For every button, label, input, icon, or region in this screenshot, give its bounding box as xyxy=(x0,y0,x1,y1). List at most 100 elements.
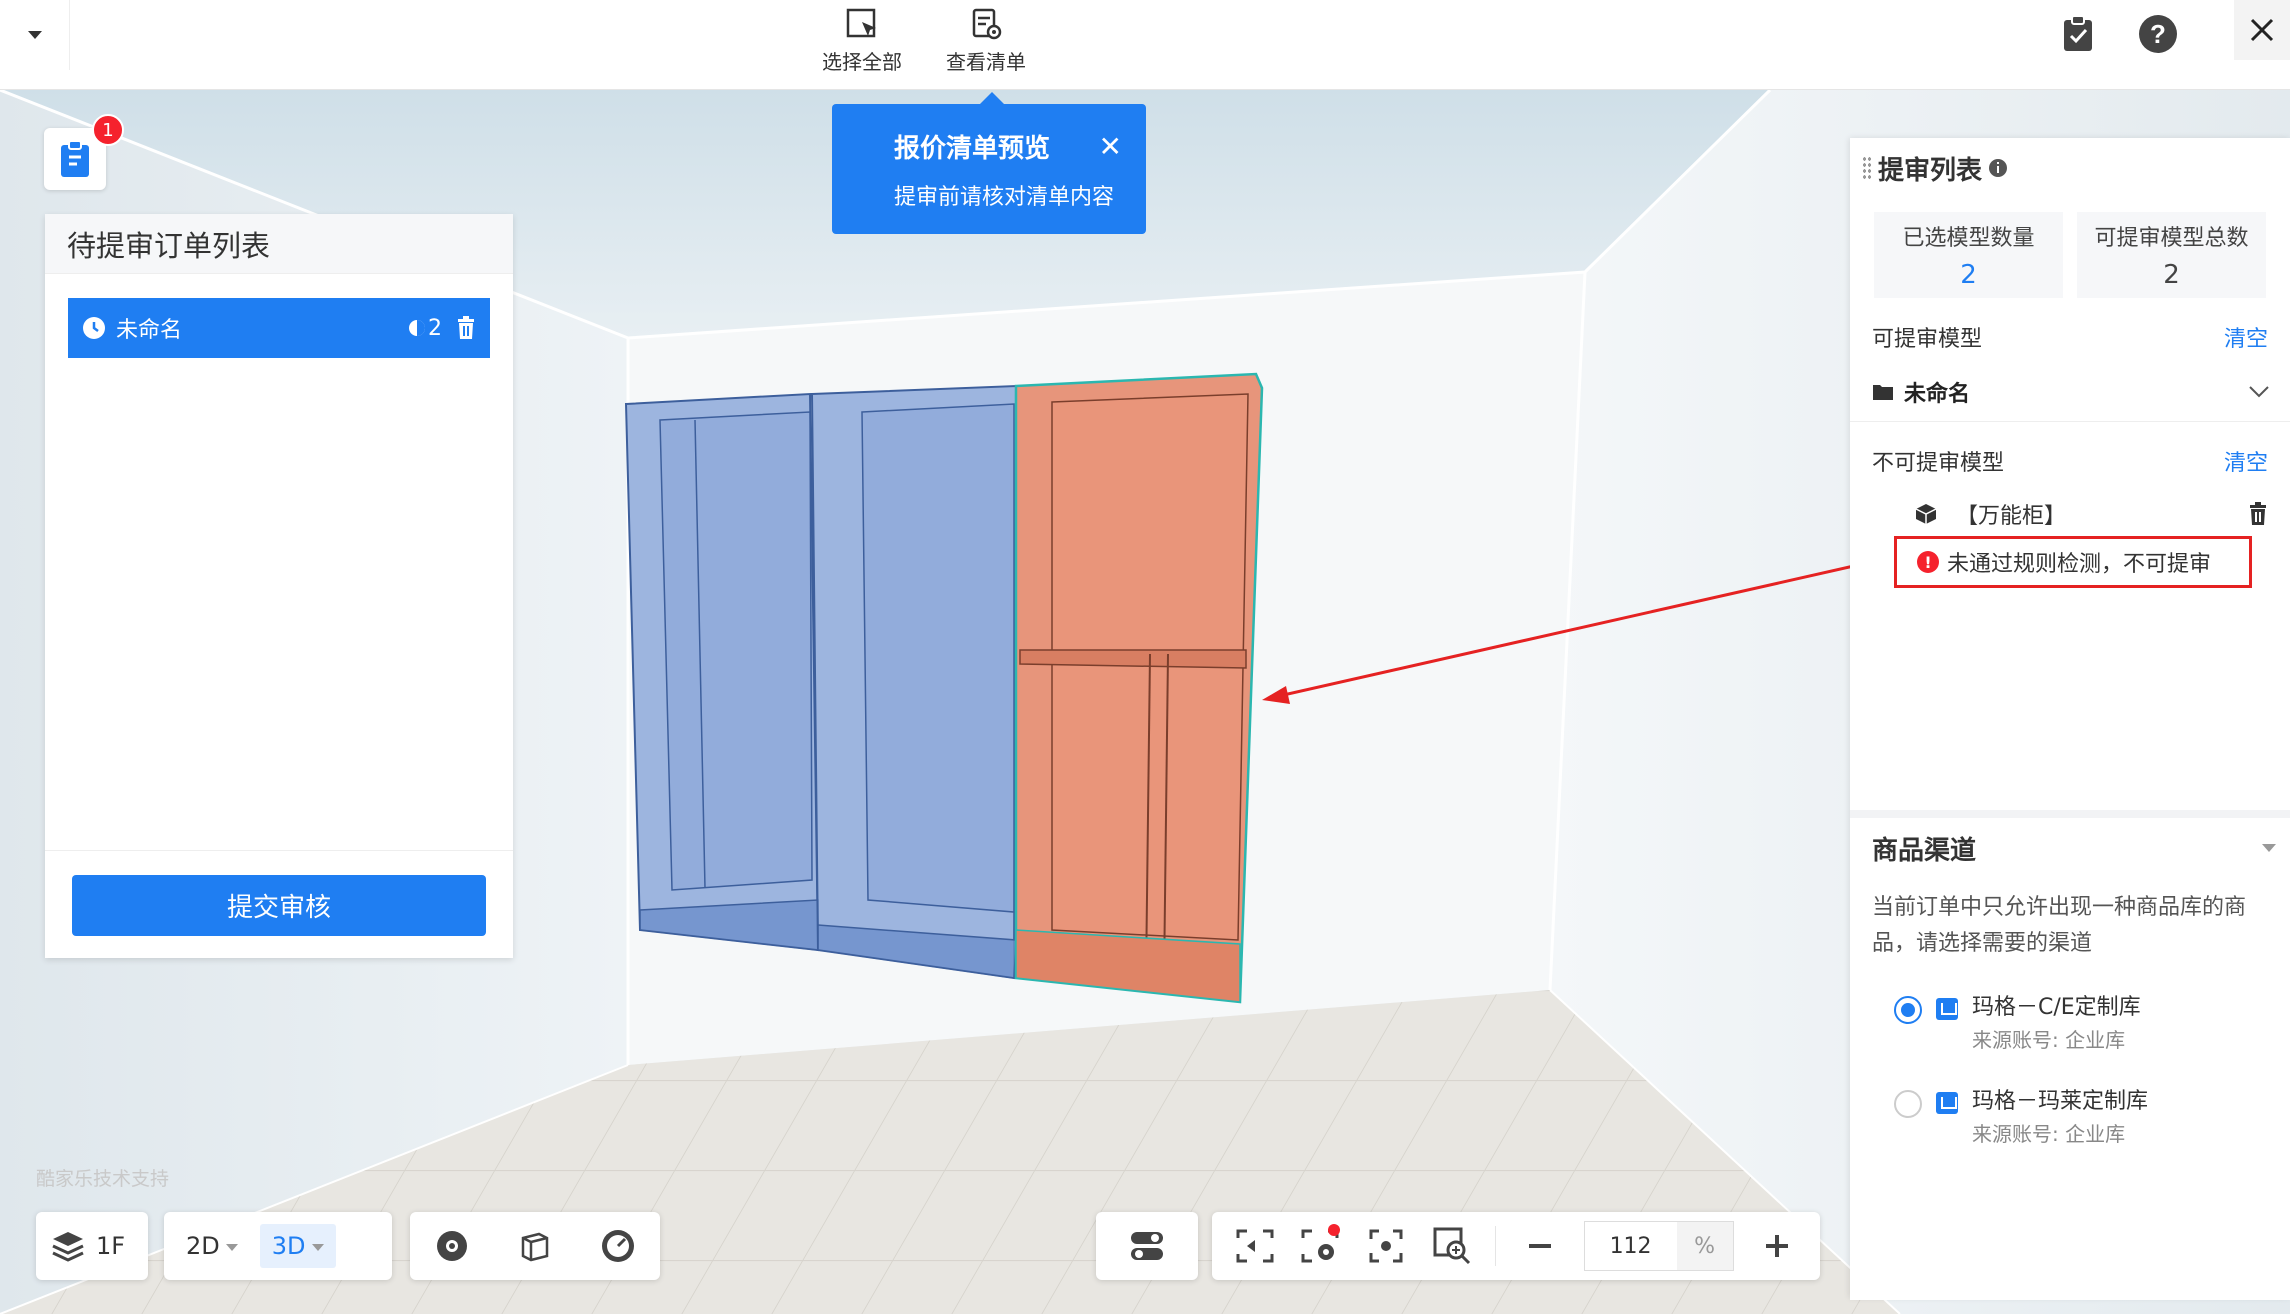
selected-models-value: 2 xyxy=(1960,260,1977,290)
mode-3d-label: 3D xyxy=(271,1232,306,1260)
pending-orders-panel: 待提审订单列表 未命名 2 提交审核 xyxy=(45,214,513,958)
menu-dropdown-button[interactable] xyxy=(0,0,70,70)
library-icon xyxy=(1936,1092,1958,1114)
visibility-button[interactable] xyxy=(430,1224,474,1268)
box-view-button[interactable] xyxy=(513,1224,557,1268)
pending-orders-title: 待提审订单列表 xyxy=(45,214,513,274)
not-submittable-label: 不可提审模型 xyxy=(1872,451,2005,476)
trash-icon[interactable] xyxy=(2248,502,2268,526)
channel-option-name: 玛格－玛莱定制库 xyxy=(1972,1089,2149,1114)
fit-view-icon xyxy=(1236,1229,1274,1263)
tooltip-close-icon[interactable]: ✕ xyxy=(1099,130,1122,163)
camera-tools-group: 112 % xyxy=(1212,1212,1820,1280)
rule-check-warning: ! 未通过规则检测，不可提审 xyxy=(1894,536,2252,588)
view-list-button[interactable]: 查看清单 xyxy=(946,6,1026,75)
toggle-settings-button[interactable] xyxy=(1096,1212,1198,1280)
clear-not-submittable-link[interactable]: 清空 xyxy=(2224,445,2268,477)
zoom-level-field[interactable]: 112 % xyxy=(1583,1221,1734,1271)
channel-option[interactable]: 玛格－C/E定制库 来源账号: 企业库 xyxy=(1850,992,2290,1056)
total-models-value: 2 xyxy=(2163,260,2180,290)
selected-models-label: 已选模型数量 xyxy=(1902,226,2035,251)
eye-icon xyxy=(436,1231,467,1261)
zoom-out-button[interactable] xyxy=(1518,1224,1562,1268)
caret-down-icon xyxy=(225,1243,238,1251)
select-all-button[interactable]: 选择全部 xyxy=(822,6,902,75)
focus-button[interactable] xyxy=(1364,1224,1408,1268)
svg-text:?: ? xyxy=(2150,19,2166,49)
help-icon: ? xyxy=(2139,15,2177,53)
channel-description: 当前订单中只允许出现一种商品库的商品，请选择需要的渠道 xyxy=(1872,895,2247,956)
cube-icon xyxy=(1915,504,1937,524)
zoom-in-button[interactable] xyxy=(1755,1224,1799,1268)
model-count-icon xyxy=(409,320,425,336)
cabinet-blue-2[interactable] xyxy=(810,384,1018,980)
quote-list-preview-tooltip: 报价清单预览 提审前请核对清单内容 ✕ xyxy=(832,92,1146,234)
view-list-label: 查看清单 xyxy=(946,50,1026,74)
channel-option-name: 玛格－C/E定制库 xyxy=(1972,995,2141,1020)
submittable-label: 可提审模型 xyxy=(1872,327,1983,352)
not-submittable-section: 不可提审模型 清空 xyxy=(1850,436,2290,486)
performance-button[interactable] xyxy=(596,1224,640,1268)
caret-down-icon[interactable] xyxy=(2262,844,2276,852)
folder-name: 未命名 xyxy=(1904,381,1971,407)
radio-unselected[interactable] xyxy=(1894,1090,1922,1118)
tooltip-subtitle: 提审前请核对清单内容 xyxy=(894,185,1115,210)
mode-3d-button[interactable]: 3D xyxy=(259,1224,336,1268)
review-list-panel: 提审列表 已选模型数量 2 可提审模型总数 2 可提审模型 清空 未命名 不可提… xyxy=(1850,138,2290,1300)
cabinet-blue-1[interactable] xyxy=(624,392,820,952)
selected-models-stat: 已选模型数量 2 xyxy=(1874,212,2063,298)
info-icon[interactable] xyxy=(1988,158,2008,178)
total-models-label: 可提审模型总数 xyxy=(2094,226,2249,251)
drag-handle-icon[interactable] xyxy=(1862,156,1872,180)
failed-model-row[interactable]: 【万能柜】 xyxy=(1850,492,2290,536)
radio-selected[interactable] xyxy=(1894,996,1922,1024)
view-mode-switch: 2D 3D xyxy=(164,1212,392,1280)
clear-submittable-link[interactable]: 清空 xyxy=(2224,321,2268,353)
cube-outline-icon xyxy=(521,1232,549,1262)
submit-review-button[interactable]: 提交审核 xyxy=(72,875,486,936)
order-item[interactable]: 未命名 2 xyxy=(68,298,490,358)
clipboard-icon xyxy=(61,140,89,177)
help-button[interactable]: ? xyxy=(2136,12,2180,56)
library-icon xyxy=(1936,998,1958,1020)
channel-option[interactable]: 玛格－玛莱定制库 来源账号: 企业库 xyxy=(1850,1086,2290,1150)
channel-header[interactable]: 商品渠道 xyxy=(1850,818,2290,878)
folder-row[interactable]: 未命名 xyxy=(1850,362,2290,422)
camera-settings-button[interactable] xyxy=(1298,1224,1342,1268)
minus-icon xyxy=(1528,1244,1551,1248)
zoom-area-icon xyxy=(1433,1227,1470,1265)
product-channel-section: 商品渠道 当前订单中只允许出现一种商品库的商品，请选择需要的渠道 玛格－C/E定… xyxy=(1850,810,2290,1300)
plus-icon xyxy=(1766,1235,1789,1257)
cabinet-orange-failing[interactable] xyxy=(1014,372,1264,1004)
warning-text: 未通过规则检测，不可提审 xyxy=(1947,552,2212,577)
review-list-header: 提审列表 xyxy=(1850,138,2290,198)
mode-2d-label: 2D xyxy=(186,1232,220,1260)
caret-down-icon xyxy=(311,1243,324,1251)
close-window-button[interactable] xyxy=(2234,0,2290,60)
pending-count-badge: 1 xyxy=(92,114,124,146)
fit-view-button[interactable] xyxy=(1233,1224,1277,1268)
gauge-icon xyxy=(602,1230,635,1262)
select-all-label: 选择全部 xyxy=(822,50,902,74)
pending-orders-toggle[interactable]: 1 xyxy=(44,114,124,190)
zoom-unit: % xyxy=(1676,1222,1733,1270)
channel-option-source: 来源账号: 企业库 xyxy=(1972,1028,2126,1052)
submittable-section: 可提审模型 清空 xyxy=(1850,312,2290,362)
view-tools-group xyxy=(410,1212,660,1280)
zoom-area-button[interactable] xyxy=(1430,1224,1474,1268)
order-model-count: 2 xyxy=(428,315,442,341)
clock-icon xyxy=(83,317,105,339)
floor-selector[interactable]: 1F xyxy=(36,1212,148,1280)
chevron-down-icon[interactable] xyxy=(2248,385,2270,399)
close-icon xyxy=(2250,18,2274,42)
view-list-icon xyxy=(972,8,1002,40)
trash-icon[interactable] xyxy=(456,316,476,340)
review-list-title: 提审列表 xyxy=(1878,155,1983,186)
focus-icon xyxy=(1369,1229,1403,1263)
layers-icon xyxy=(52,1232,84,1262)
toggle-icon xyxy=(1131,1232,1163,1260)
clipboard-check-button[interactable] xyxy=(2056,12,2100,56)
support-text: 酷家乐技术支持 xyxy=(36,1168,170,1190)
mode-2d-button[interactable]: 2D xyxy=(176,1224,248,1268)
clipboard-check-icon xyxy=(2064,15,2092,51)
